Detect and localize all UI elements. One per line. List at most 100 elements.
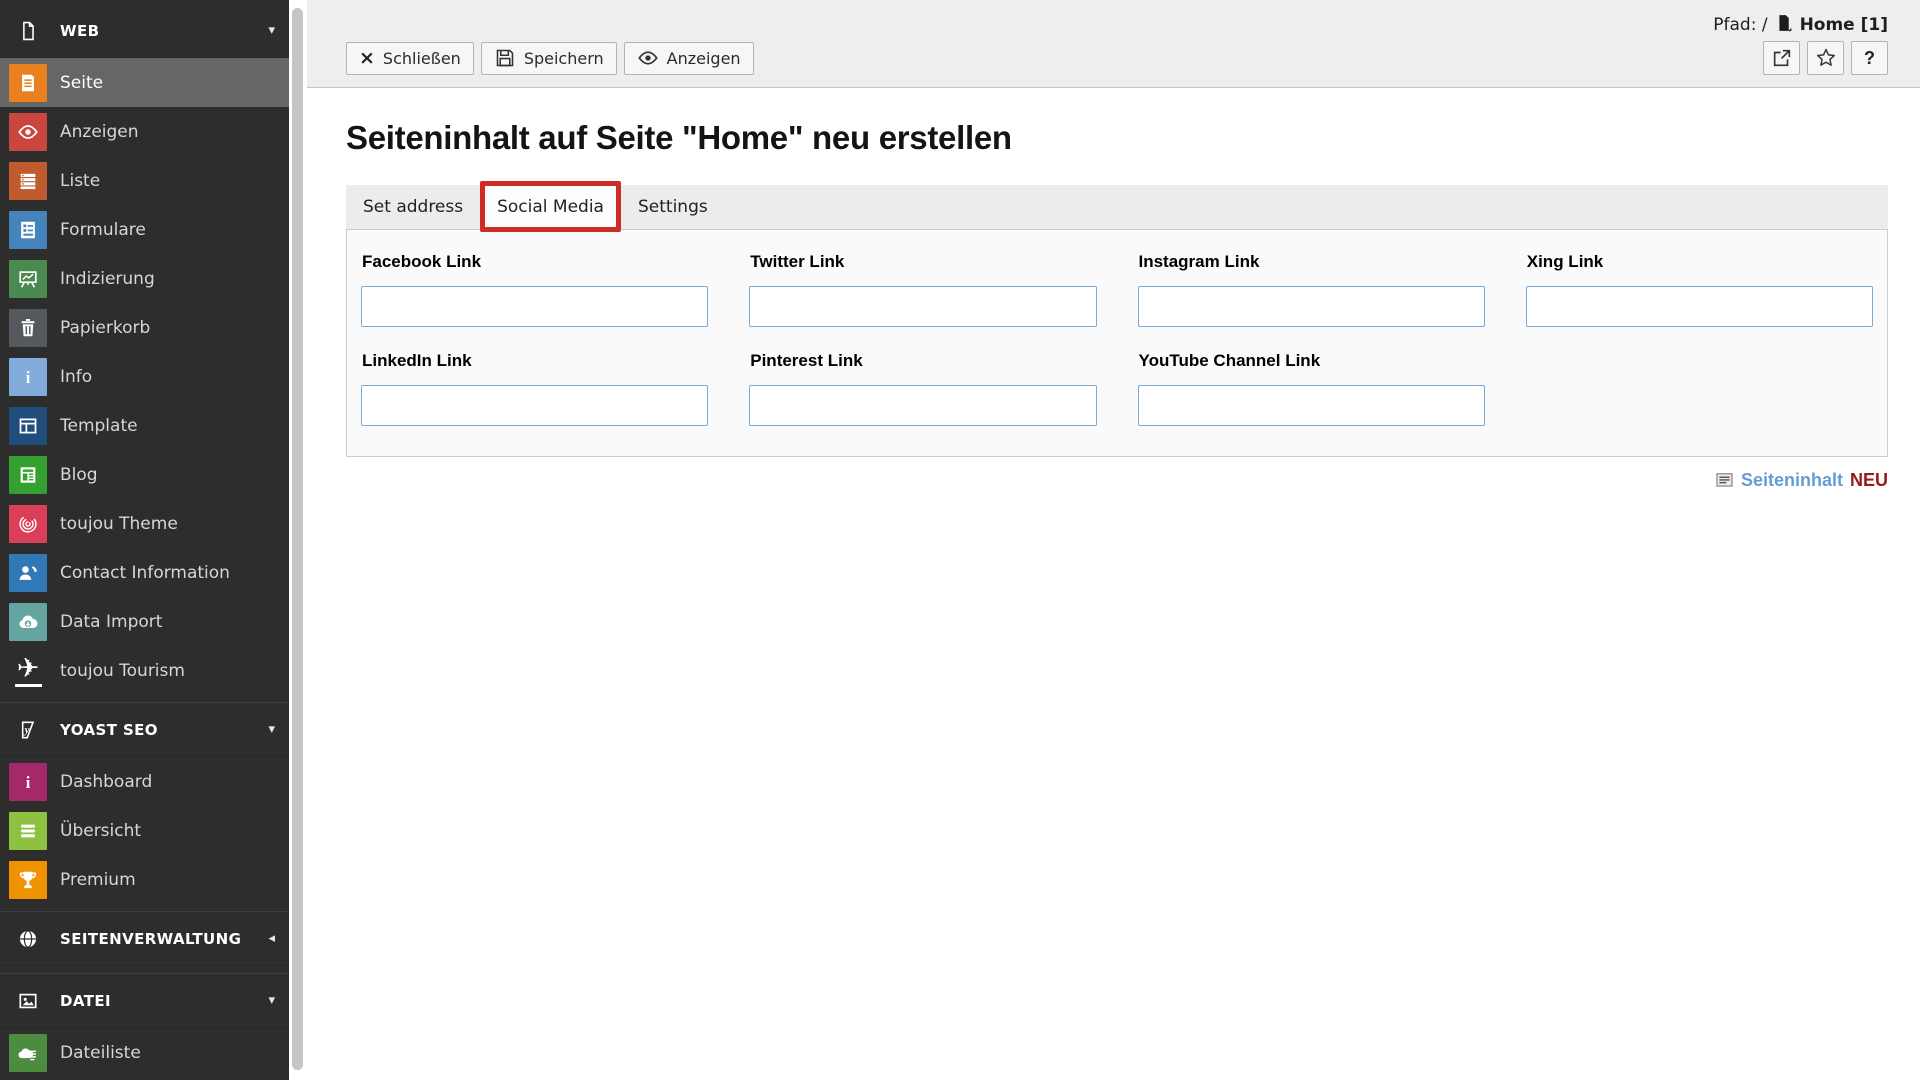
module-label: Liste — [60, 171, 100, 191]
module-label: Übersicht — [60, 821, 141, 841]
form-group-pinterest-link: Pinterest Link — [749, 351, 1096, 426]
module-icon-tile — [9, 309, 47, 347]
eye-icon — [17, 121, 39, 143]
sidebar-header-yoast-seo[interactable]: yYOAST SEO▾ — [0, 703, 289, 757]
help-button[interactable]: ? — [1851, 41, 1888, 75]
sidebar-item-data-import[interactable]: Data Import — [0, 597, 289, 646]
pinterest-link-input[interactable] — [749, 385, 1096, 426]
open-new-window-button[interactable] — [1763, 41, 1800, 75]
chevron-down-icon: ▾ — [268, 993, 275, 1008]
fingerprint-icon — [17, 513, 39, 535]
open-new-window-icon — [1771, 47, 1793, 69]
field-label: Twitter Link — [750, 252, 1096, 272]
breadcrumb: Pfad: / Home [1] — [346, 9, 1888, 41]
form-group-xing-link: Xing Link — [1526, 252, 1873, 327]
typo3-backend: WEB ▾ Seite Anzeigen Liste Formulare Indizieru… — [0, 0, 1920, 1080]
page-title: Seiteninhalt auf Seite "Home" neu erstel… — [346, 119, 1888, 157]
section-label: YOAST SEO — [60, 721, 158, 739]
module-icon-tile — [9, 1034, 47, 1072]
sidebar-item-papierkorb[interactable]: Papierkorb — [0, 303, 289, 352]
button-label: Schließen — [383, 49, 461, 68]
sidebar-item-indizierung[interactable]: Indizierung — [0, 254, 289, 303]
schliessen-button[interactable]: × Schließen — [346, 42, 474, 75]
field-label: YouTube Channel Link — [1139, 351, 1485, 371]
anzeigen-button[interactable]: Anzeigen — [624, 42, 754, 75]
tab-label: Social Media — [497, 197, 604, 217]
sidebar-header-seitenverwaltung[interactable]: SEITENVERWALTUNG◂ — [0, 912, 289, 966]
sidebar-item-formulare[interactable]: Formulare — [0, 205, 289, 254]
path-prefix: Pfad: / — [1713, 15, 1767, 35]
contact-icon — [17, 562, 39, 584]
new-badge: NEU — [1850, 470, 1888, 491]
module-label: toujou Tourism — [60, 661, 185, 681]
form-content: Seiteninhalt auf Seite "Home" neu erstel… — [307, 119, 1920, 491]
youtube-channel-link-input[interactable] — [1138, 385, 1485, 426]
sidebar-item-premium[interactable]: Premium — [0, 855, 289, 904]
module-label: Anzeigen — [60, 122, 139, 142]
section-label: DATEI — [60, 992, 111, 1010]
module-icon-tile — [9, 64, 47, 102]
form-group-twitter-link: Twitter Link — [749, 252, 1096, 327]
module-icon-tile: i — [9, 763, 47, 801]
scrollbar-thumb[interactable] — [292, 8, 303, 1070]
tab-social-media[interactable]: Social Media — [480, 181, 621, 232]
module-icon-tile — [9, 861, 47, 899]
file-icon — [9, 12, 47, 50]
tab-panel: Facebook LinkTwitter LinkInstagram LinkX… — [346, 229, 1888, 457]
sidebar-item-blog[interactable]: Blog — [0, 450, 289, 499]
doc-header: Pfad: / Home [1] × Schließen SpeichernAnze… — [307, 0, 1920, 88]
module-icon-tile — [9, 456, 47, 494]
module-menu: WEB ▾ Seite Anzeigen Liste Formulare Indizieru… — [0, 0, 289, 1080]
sidebar-item-dateiliste[interactable]: Dateiliste — [0, 1028, 289, 1077]
sidebar-item-contact-information[interactable]: Contact Information — [0, 548, 289, 597]
module-icon-tile — [9, 113, 47, 151]
chevron-left-icon: ◂ — [268, 931, 275, 946]
cloud-list-icon — [17, 1042, 39, 1064]
module-icon-tile — [9, 211, 47, 249]
module-label: Formulare — [60, 220, 146, 240]
form-group-linkedin-link: LinkedIn Link — [361, 351, 708, 426]
xing-link-input[interactable] — [1526, 286, 1873, 327]
info-icon: i — [17, 366, 39, 388]
module-icon-tile — [9, 260, 47, 298]
module-icon-tile — [9, 407, 47, 445]
sidebar-item-liste[interactable]: Liste — [0, 156, 289, 205]
sidebar-item-anzeigen[interactable]: Anzeigen — [0, 107, 289, 156]
trash-icon — [17, 317, 39, 339]
sidebar-header-datei[interactable]: DATEI ▾ — [0, 974, 289, 1028]
facebook-link-input[interactable] — [361, 286, 708, 327]
sidebar-item-seite[interactable]: Seite — [0, 58, 289, 107]
sidebar-item-template[interactable]: Template — [0, 401, 289, 450]
sidebar-item-toujou-theme[interactable]: toujou Theme — [0, 499, 289, 548]
sidebar-item-toujou-tourism[interactable]: ✈toujou Tourism — [0, 646, 289, 695]
chevron-down-icon: ▾ — [268, 23, 275, 38]
module-icon-tile — [9, 554, 47, 592]
social-media-fields: Facebook LinkTwitter LinkInstagram LinkX… — [361, 252, 1873, 426]
module-label: toujou Theme — [60, 514, 178, 534]
tab-set-address[interactable]: Set address — [346, 185, 480, 229]
close-icon: × — [359, 49, 375, 68]
bookmark-icon — [1815, 47, 1837, 69]
sidebar-header-web[interactable]: WEB ▾ — [0, 4, 289, 58]
svg-text:i: i — [26, 772, 31, 791]
bars-icon — [17, 820, 39, 842]
sidebar-item-dashboard[interactable]: i Dashboard — [0, 757, 289, 806]
module-label: Data Import — [60, 612, 162, 632]
field-label: LinkedIn Link — [362, 351, 708, 371]
speichern-button[interactable]: Speichern — [481, 42, 617, 75]
field-label: Xing Link — [1527, 252, 1873, 272]
section-label: WEB — [60, 22, 99, 40]
form-group-instagram-link: Instagram Link — [1138, 252, 1485, 327]
sidebar-section-seitenverwaltung: SEITENVERWALTUNG◂ — [0, 911, 289, 966]
sidebar-section-datei: DATEI ▾ Dateiliste — [0, 973, 289, 1077]
instagram-link-input[interactable] — [1138, 286, 1485, 327]
tab-settings[interactable]: Settings — [621, 185, 725, 229]
module-label: Dashboard — [60, 772, 152, 792]
sidebar-item-ubersicht[interactable]: Übersicht — [0, 806, 289, 855]
twitter-link-input[interactable] — [749, 286, 1096, 327]
module-label: Blog — [60, 465, 98, 485]
svg-text:y: y — [23, 724, 30, 736]
sidebar-item-info[interactable]: iInfo — [0, 352, 289, 401]
linkedin-link-input[interactable] — [361, 385, 708, 426]
bookmark-button[interactable] — [1807, 41, 1844, 75]
